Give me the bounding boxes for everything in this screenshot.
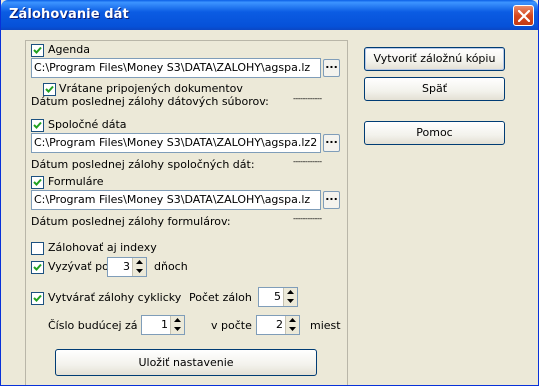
spin-down-button[interactable] (133, 267, 146, 276)
checkmark-icon (33, 121, 42, 129)
arrow-up-icon (174, 318, 181, 322)
checkmark-icon (33, 263, 42, 271)
shared-data-label: Spoločné dáta (48, 118, 127, 131)
prompt-days-unit: dňoch (154, 260, 188, 273)
spin-up-button[interactable] (171, 316, 184, 325)
digits-stepper[interactable]: 2 (256, 315, 300, 335)
spin-down-button[interactable] (284, 297, 297, 306)
window-title: Zálohovanie dát (9, 7, 129, 22)
prompt-days-value: 3 (123, 260, 130, 273)
backup-count-label: Počet záloh (189, 291, 252, 304)
checkmark-icon (45, 85, 54, 93)
cyclic-backup-label: Vytvárať zálohy cyklicky (48, 291, 182, 304)
agenda-label: Agenda (48, 43, 90, 56)
checkmark-icon (33, 46, 42, 54)
arrow-up-icon (287, 290, 294, 294)
shared-data-browse-button[interactable]: ... (323, 134, 340, 152)
prompt-checkbox[interactable] (31, 261, 44, 274)
back-button[interactable]: Späť (364, 77, 505, 101)
spin-down-button[interactable] (286, 325, 299, 334)
arrow-down-icon (287, 299, 294, 303)
agenda-checkbox[interactable] (31, 44, 44, 57)
prompt-days-stepper[interactable]: 3 (107, 257, 147, 277)
forms-label: Formuláre (48, 175, 104, 188)
arrow-up-icon (136, 260, 143, 264)
arrow-down-icon (174, 327, 181, 331)
checkmark-icon (33, 294, 42, 302)
create-backup-button[interactable]: Vytvoriť záložnú kópiu (364, 47, 505, 71)
close-button[interactable] (513, 5, 534, 26)
backup-index-label: Zálohovať aj indexy (48, 241, 157, 254)
arrow-down-icon (289, 327, 296, 331)
next-backup-value: 1 (161, 318, 168, 331)
next-backup-label: Číslo budúcej zálohy (48, 319, 138, 332)
prompt-label: Vyzývať po (48, 260, 109, 273)
spin-down-button[interactable] (171, 325, 184, 334)
spin-up-button[interactable] (284, 288, 297, 297)
agenda-last-backup-value: ------------ (293, 94, 322, 103)
digits-value: 2 (276, 318, 283, 331)
spin-up-button[interactable] (286, 316, 299, 325)
backup-dialog: Zálohovanie dát Agenda C:\Program Files\… (0, 0, 539, 386)
save-settings-button[interactable]: Uložiť nastavenie (55, 349, 317, 376)
shared-data-checkbox[interactable] (31, 119, 44, 132)
forms-checkbox[interactable] (31, 176, 44, 189)
shared-last-backup-value: ------------ (293, 157, 322, 166)
spin-up-button[interactable] (133, 258, 146, 267)
next-backup-stepper[interactable]: 1 (141, 315, 185, 335)
digits-unit-label: miest (310, 319, 341, 332)
agenda-path-input[interactable]: C:\Program Files\Money S3\DATA\ZALOHY\ag… (31, 58, 321, 78)
backup-count-stepper[interactable]: 5 (258, 287, 298, 307)
agenda-browse-button[interactable]: ... (323, 59, 340, 77)
arrow-up-icon (289, 318, 296, 322)
include-docs-label: Vrátane pripojených dokumentov (59, 82, 243, 95)
title-bar[interactable]: Zálohovanie dát (1, 0, 538, 30)
arrow-down-icon (136, 269, 143, 273)
cyclic-backup-checkbox[interactable] (31, 292, 44, 305)
forms-path-input[interactable]: C:\Program Files\Money S3\DATA\ZALOHY\ag… (31, 190, 321, 210)
close-icon (518, 10, 530, 22)
shared-data-path-input[interactable]: C:\Program Files\Money S3\DATA\ZALOHY\ag… (31, 133, 321, 153)
forms-last-backup-label: Dátum poslednej zálohy formulárov: (31, 215, 231, 228)
forms-last-backup-value: ------------ (293, 214, 322, 223)
checkmark-icon (33, 178, 42, 186)
agenda-last-backup-label: Dátum poslednej zálohy dátových súborov: (31, 95, 269, 108)
in-order-label: v počte (211, 319, 252, 332)
backup-index-checkbox[interactable] (31, 242, 44, 255)
shared-last-backup-label: Dátum poslednej zálohy spoločných dát: (31, 158, 255, 171)
forms-browse-button[interactable]: ... (323, 191, 340, 209)
backup-count-value: 5 (274, 290, 281, 303)
help-button[interactable]: Pomoc (364, 121, 505, 145)
